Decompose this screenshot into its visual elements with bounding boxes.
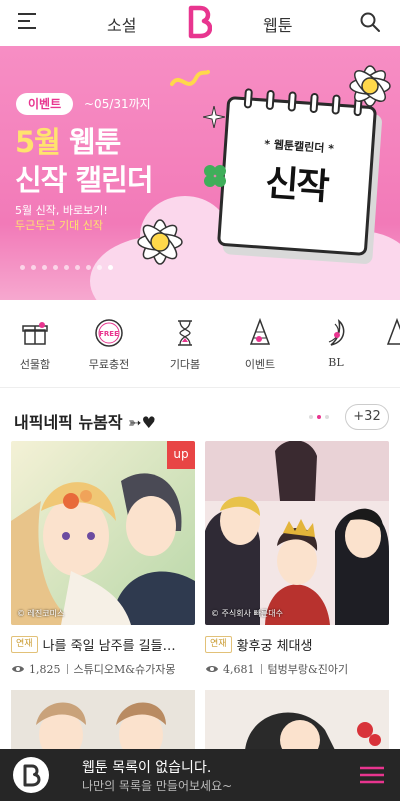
serial-tag: 연재 <box>11 636 38 653</box>
banner-title-line2: 신작 캘린더 <box>15 163 153 197</box>
party-hat-icon <box>386 318 400 345</box>
category-event[interactable]: 이벤트 <box>230 318 290 372</box>
eye-icon <box>206 666 218 672</box>
gift-icon <box>22 322 48 345</box>
tab-webtoon[interactable]: 웹툰 <box>263 12 292 36</box>
serial-tag: 연재 <box>205 636 232 653</box>
update-badge: up <box>167 441 195 469</box>
webtoon-thumbnail-partial[interactable] <box>205 690 389 750</box>
category-menu: 선물함 FREE 무료충전 기다봄 이벤트 BL <box>0 300 400 388</box>
svg-text:FREE: FREE <box>99 330 119 338</box>
bottom-bar: 웹툰 목록이 없습니다. 나만의 목록을 만들어보세요~ <box>0 749 400 801</box>
banner-subtitle-highlight: 두근두근 기대 신작 <box>15 219 103 232</box>
clover-icon <box>204 165 226 187</box>
banana-icon <box>328 319 345 346</box>
category-gift[interactable]: 선물함 <box>5 318 65 372</box>
category-free-charge[interactable]: FREE 무료충전 <box>79 318 139 372</box>
ribbon-icon <box>170 70 210 86</box>
event-banner[interactable]: 이벤트 ~05/31까지 5월 웹툰 신작 캘린더 5월 신작, 바로보기! 두… <box>0 46 400 300</box>
app-logo-icon[interactable] <box>13 757 49 793</box>
party-hat-icon <box>249 318 271 345</box>
view-count: 1,825 <box>29 662 61 676</box>
event-period: ~05/31까지 <box>84 97 151 111</box>
category-bl[interactable]: BL <box>306 318 366 369</box>
webtoon-thumbnail: © 주식회사 빠른대수 <box>205 441 389 625</box>
category-wait-free[interactable]: 기다봄 <box>155 318 215 372</box>
author: 스튜디오M&슈가자몽 <box>73 663 176 676</box>
banner-pagination <box>20 265 113 270</box>
top-bar: 소설 웹툰 <box>0 0 400 46</box>
banner-title-line1: 5월 웹툰 <box>15 125 121 159</box>
empty-list-message: 웹툰 목록이 없습니다. <box>82 760 212 776</box>
empty-list-hint: 나만의 목록을 만들어보세요~ <box>82 779 233 793</box>
app-logo-icon[interactable] <box>186 5 212 39</box>
banner-subtitle: 5월 신작, 바로보기! <box>15 204 108 217</box>
hourglass-icon <box>178 320 192 346</box>
webtoon-thumbnail-partial[interactable] <box>11 690 195 750</box>
section-pagination <box>309 415 329 419</box>
search-icon[interactable] <box>359 11 381 33</box>
webtoon-thumbnail: up © 레진코미스 <box>11 441 195 625</box>
event-badge: 이벤트 <box>16 93 74 115</box>
webtoon-card[interactable]: up © 레진코미스 연재 나를 죽일 남주를 길들… 1,825 스튜디오M&… <box>11 441 195 677</box>
webtoon-title: 나를 죽일 남주를 길들… <box>42 639 176 654</box>
webtoon-title: 황후궁 체대생 <box>236 639 313 654</box>
view-count: 4,681 <box>223 662 255 676</box>
list-menu-icon[interactable] <box>358 764 386 786</box>
sparkle-icon <box>203 106 225 128</box>
free-coin-icon: FREE <box>95 319 123 347</box>
section-title: 내픽네픽 뉴봄작 ➳♥ <box>14 413 156 432</box>
category-next-partial[interactable] <box>382 318 400 348</box>
daisy-flower-icon <box>349 65 391 107</box>
tab-novel[interactable]: 소설 <box>107 12 136 36</box>
webtoon-card[interactable]: © 주식회사 빠른대수 연재 황후궁 체대생 4,681 텀벙부랑&진아기 <box>205 441 389 677</box>
author: 텀벙부랑&진아기 <box>267 663 349 676</box>
section-more-button[interactable]: +32 <box>345 404 389 430</box>
hamburger-menu-icon[interactable] <box>18 13 40 31</box>
daisy-flower-icon <box>137 219 183 265</box>
eye-icon <box>12 666 24 672</box>
